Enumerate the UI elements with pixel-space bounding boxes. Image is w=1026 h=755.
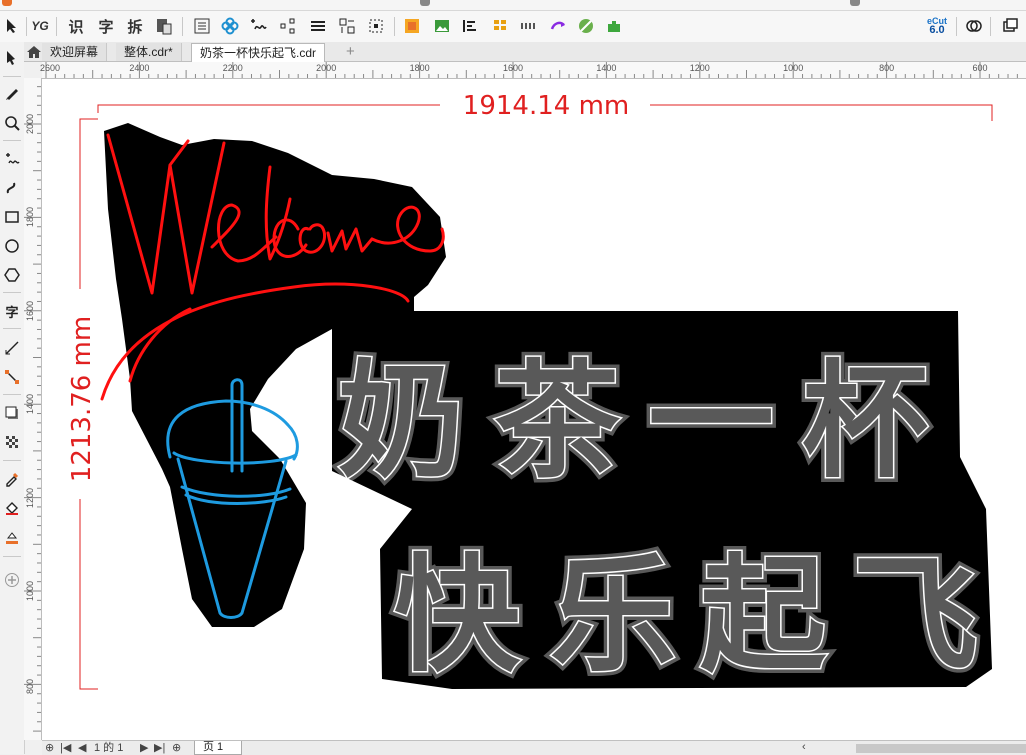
drop-shadow-tool-icon[interactable] [0,402,24,424]
vertical-ruler[interactable]: 2000 1800 1600 1400 1200 1000 800 [24,78,42,740]
height-dimension-label: 1213.76 mm [67,316,97,482]
tab-welcome-screen[interactable]: 欢迎屏幕 [42,43,108,61]
ruler-label: 2000 [25,113,35,134]
title-char-glow: 茶 [494,348,621,495]
page-tab[interactable]: 页 1 [194,741,243,755]
page-navigation-bar: ⊕ |◀ ◀ 1 的 1 ▶ ▶| ⊕ 页 1 ‹ [42,740,1026,755]
recognize-button[interactable]: 识 [64,14,88,38]
drawing-canvas[interactable]: 1914.14 mm 1213.76 mm 奶 茶 一 杯 奶 茶 一 杯 快 … [42,79,1026,740]
disc-icon[interactable] [574,14,598,38]
trace-icon[interactable] [246,14,270,38]
title-char-glow: 飞 [852,542,978,689]
menu-strip-icon [850,0,860,6]
zoom-tool-icon[interactable] [0,112,24,134]
title-char-glow: 一 [648,348,774,495]
ruler-label: 2000 [316,63,337,73]
add-page-icon[interactable]: ⊕ [45,742,54,754]
page-count: 1 的 1 [94,742,124,754]
horizontal-scrollbar[interactable]: ‹ [802,741,1026,753]
select-area-icon[interactable] [364,14,388,38]
tab-document-overall[interactable]: 整体.cdr* [116,43,182,61]
add-tool-icon[interactable] [0,569,24,591]
ruler-label: 1400 [596,63,617,73]
dots-grid-icon[interactable] [516,14,540,38]
weld-icon[interactable] [962,14,986,38]
node-icon[interactable] [276,14,300,38]
ruler-label: 1200 [689,63,710,73]
font-button[interactable]: 字 [94,14,118,38]
text-tool-icon[interactable]: 字 [0,300,24,322]
last-page-icon[interactable]: ▶| [154,742,165,754]
menu-strip-icon [420,0,430,6]
connector-tool-icon[interactable] [0,366,24,388]
lines-icon[interactable] [306,14,330,38]
title-char-glow: 乐 [550,542,676,689]
ruler-label: 800 [25,679,35,695]
home-icon[interactable] [26,44,42,60]
color-icon[interactable] [400,14,424,38]
title-char-glow: 杯 [802,348,928,495]
app-menu-icon[interactable] [2,0,12,6]
ruler-label: 1600 [502,63,524,73]
ruler-label: 600 [972,63,988,73]
ruler-label: 2400 [129,63,150,73]
toolbar: YG 识 字 拆 eCut 6.0 [0,11,1026,43]
window-icon[interactable] [998,14,1022,38]
ruler-label: 1000 [25,580,35,601]
table-icon[interactable] [488,14,512,38]
flower-icon[interactable] [218,14,242,38]
add-page-after-icon[interactable]: ⊕ [172,742,181,754]
polygon-tool-icon[interactable] [0,264,24,286]
artistic-media-tool-icon[interactable] [0,176,24,198]
grid-icon[interactable] [190,14,214,38]
smudge-tool-icon[interactable] [0,82,24,104]
paste-icon[interactable] [152,14,176,38]
corners-icon[interactable] [335,14,359,38]
image-icon[interactable] [430,14,454,38]
ruler-label: 1800 [25,207,35,228]
align-icon[interactable] [458,14,482,38]
horizontal-ruler[interactable]: 2600 2400 2200 2000 1800 1600 1400 1200 1000 800 6… [39,62,1026,79]
next-page-icon[interactable]: ▶ [140,742,148,754]
tab-document-active[interactable]: 奶茶一杯快乐起飞.cdr [191,43,326,62]
ruler-label: 1800 [409,63,430,73]
ruler-label: 2200 [222,63,243,73]
smart-fill-tool-icon[interactable] [0,526,24,548]
menu-strip [0,0,1026,11]
first-page-icon[interactable]: |◀ [60,742,71,754]
title-char-glow: 快 [394,542,521,689]
eyedropper-tool-icon[interactable] [0,468,24,490]
yg-logo-icon[interactable]: YG [28,14,52,38]
parallel-dimension-tool-icon[interactable] [0,337,24,359]
shape-tool-icon[interactable] [0,46,24,68]
ruler-label: 1200 [25,487,35,508]
transparency-tool-icon[interactable] [0,431,24,453]
toolbox: 字 [0,42,25,754]
pick-tool-icon[interactable] [0,14,24,38]
artwork[interactable]: 1914.14 mm 1213.76 mm 奶 茶 一 杯 奶 茶 一 杯 快 … [42,79,1026,740]
ruler-label: 800 [879,63,895,73]
rectangle-tool-icon[interactable] [0,206,24,228]
puzzle-icon[interactable] [602,14,626,38]
add-tab-button[interactable]: + [342,43,359,61]
prev-page-icon[interactable]: ◀ [78,742,86,754]
convert-icon[interactable] [546,14,570,38]
ruler-label: 2600 [39,63,61,73]
ruler-label: 1400 [25,394,35,415]
split-button[interactable]: 拆 [123,14,147,38]
scroll-left-icon[interactable]: ‹ [802,741,806,753]
ruler-label: 1600 [25,300,35,321]
ecut-plugin-icon[interactable]: eCut 6.0 [924,14,950,38]
scrollbar-thumb[interactable] [856,744,1026,753]
document-tabs: 欢迎屏幕 整体.cdr* 奶茶一杯快乐起飞.cdr + [24,42,1026,62]
freehand-tool-icon[interactable] [0,148,24,170]
ruler-label: 1000 [783,63,804,73]
width-dimension-label: 1914.14 mm [463,91,629,121]
title-char-glow: 起 [700,542,827,689]
ellipse-tool-icon[interactable] [0,235,24,257]
interactive-fill-tool-icon[interactable] [0,497,24,519]
title-char-glow: 奶 [338,348,464,495]
